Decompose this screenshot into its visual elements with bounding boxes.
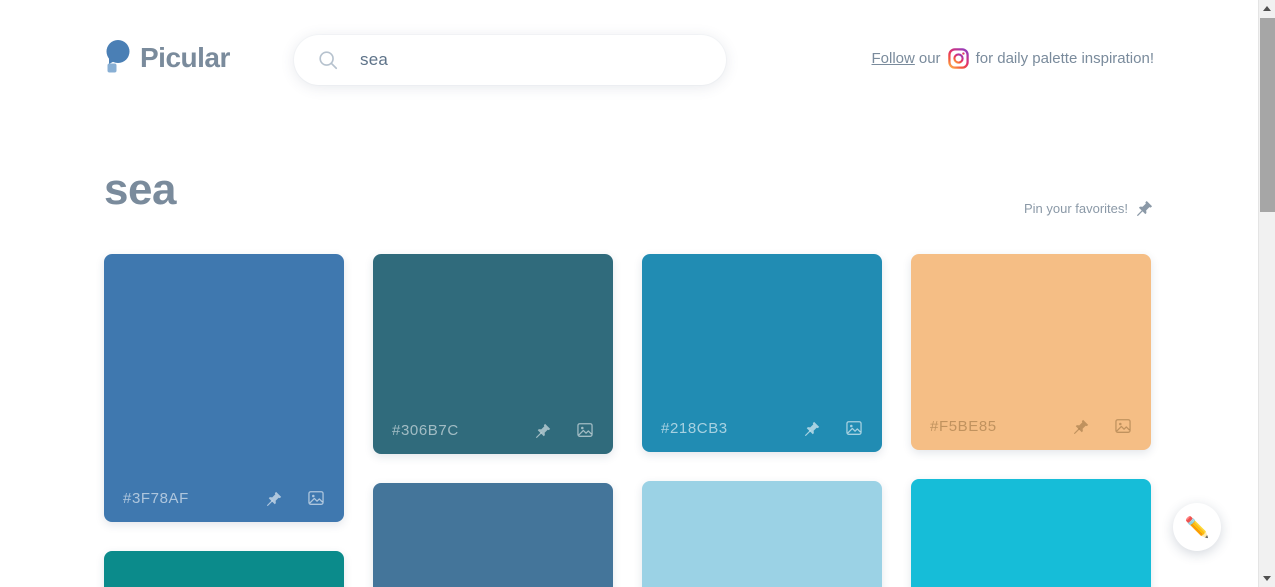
swatch-actions xyxy=(535,421,594,439)
color-swatch-card[interactable]: #9BD2E5 xyxy=(642,481,882,587)
image-icon[interactable] xyxy=(576,421,594,439)
swatch-footer: #F5BE85 xyxy=(911,402,1151,450)
swatch-footer: #306B7C xyxy=(373,406,613,454)
pencil-icon: ✏️ xyxy=(1184,516,1210,539)
page-viewport: Picular Follow our xyxy=(0,0,1258,587)
swatch-actions xyxy=(266,489,325,507)
feedback-fab-button[interactable]: ✏️ xyxy=(1173,503,1221,551)
search-bar[interactable] xyxy=(294,35,726,85)
pushpin-icon[interactable] xyxy=(1073,418,1090,435)
color-swatch-card[interactable]: #44759A xyxy=(373,483,613,587)
page-scrollbar[interactable] xyxy=(1258,0,1275,587)
color-swatch-card[interactable]: #16BDD8 xyxy=(911,479,1151,587)
swatch-footer: #3F78AF xyxy=(104,474,344,522)
pushpin-icon xyxy=(1137,200,1153,216)
site-header: Picular Follow our xyxy=(0,0,1258,120)
follow-link[interactable]: Follow xyxy=(872,50,915,67)
swatch-hex-label: #3F78AF xyxy=(123,489,189,507)
pin-favorites-label: Pin your favorites! xyxy=(1023,200,1128,216)
swatch-hex-label: #306B7C xyxy=(392,421,459,439)
pushpin-icon[interactable] xyxy=(266,490,283,507)
color-swatch-card[interactable]: #F5BE85 xyxy=(911,254,1151,450)
search-input[interactable] xyxy=(360,50,700,70)
color-swatch-card[interactable]: #306B7C xyxy=(373,254,613,454)
picular-logo-icon xyxy=(106,40,130,73)
search-icon xyxy=(319,51,338,70)
scroll-up-arrow[interactable] xyxy=(1259,0,1275,17)
swatch-actions xyxy=(1073,417,1132,435)
color-swatch-card[interactable]: #0B8B8B xyxy=(104,551,344,587)
swatch-footer: #218CB3 xyxy=(642,404,882,452)
swatch-hex-label: #F5BE85 xyxy=(930,417,997,435)
pin-favorites-hint: Pin your favorites! xyxy=(1024,199,1154,217)
color-column: #306B7C #44759A xyxy=(373,254,613,587)
color-column: #F5BE85 #16BDD8 xyxy=(911,254,1151,587)
picular-logo-text: Picular xyxy=(140,42,230,73)
instagram-icon[interactable] xyxy=(947,48,969,69)
image-icon[interactable] xyxy=(1114,417,1132,435)
pushpin-icon[interactable] xyxy=(535,422,552,439)
swatch-hex-label: #218CB3 xyxy=(661,419,728,437)
swatch-actions xyxy=(804,419,863,437)
image-icon[interactable] xyxy=(845,419,863,437)
instagram-follow-block: Follow our for daily palette inspiration… xyxy=(872,48,1154,69)
follow-tail-label: for daily palette inspiration! xyxy=(975,50,1154,67)
color-swatch-card[interactable]: #218CB3 xyxy=(642,254,882,452)
color-column: #218CB3 #9BD2E5 xyxy=(642,254,882,587)
picular-logo[interactable]: Picular xyxy=(104,38,230,78)
scroll-thumb[interactable] xyxy=(1260,18,1275,212)
color-swatch-card[interactable]: #3F78AF xyxy=(104,254,344,522)
pushpin-icon[interactable] xyxy=(804,420,821,437)
page-title: sea xyxy=(104,165,176,214)
color-column: #3F78AF #0B8B8B xyxy=(104,254,344,587)
follow-our-label: our xyxy=(918,50,941,67)
color-results-grid: #3F78AF #0B8B8B #306B7C #44759A #218CB3 … xyxy=(104,254,1154,587)
image-icon[interactable] xyxy=(307,489,325,507)
scroll-down-arrow[interactable] xyxy=(1259,570,1275,587)
